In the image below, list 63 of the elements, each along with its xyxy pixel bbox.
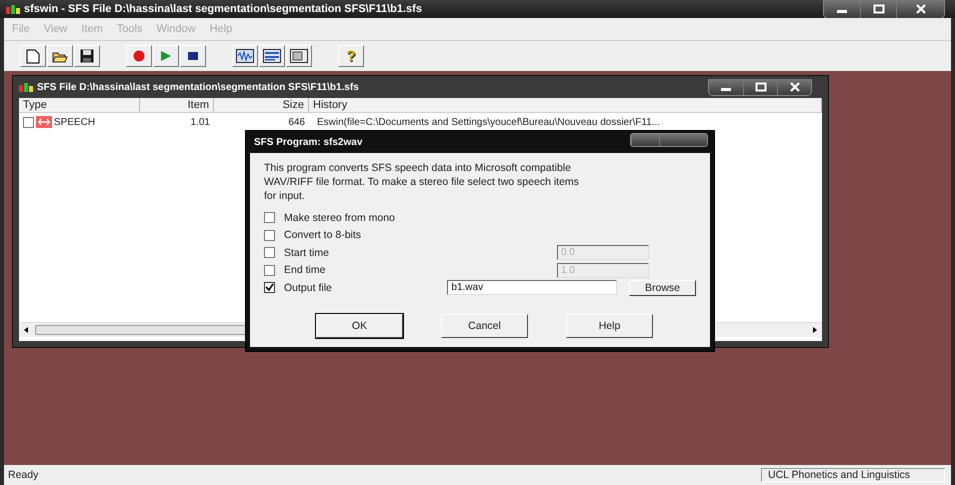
option-label: Output file	[284, 282, 333, 294]
page-icon	[26, 48, 40, 64]
column-header[interactable]: History	[309, 98, 822, 112]
column-header[interactable]: Size	[214, 98, 309, 112]
table-cell-text: 646	[287, 116, 306, 128]
checkbox[interactable]	[264, 264, 275, 276]
close-button[interactable]	[777, 78, 811, 94]
table-cell-text: 1.01	[190, 116, 211, 128]
save-button[interactable]	[74, 45, 100, 67]
checkbox[interactable]	[264, 212, 275, 224]
minimize-button[interactable]	[709, 78, 743, 94]
dialog-button[interactable]: OK	[316, 314, 403, 338]
new-button[interactable]	[20, 45, 46, 67]
title-bar-button[interactable]	[631, 134, 659, 146]
app-logo-icon	[19, 82, 33, 92]
panel-button[interactable]	[286, 45, 312, 67]
window-icon	[290, 49, 308, 63]
input-field[interactable]: b1.wav	[447, 280, 617, 296]
play-icon	[160, 50, 172, 62]
title-bar-button[interactable]	[659, 134, 707, 146]
play-button[interactable]	[153, 45, 179, 67]
status-text: Ready	[8, 469, 38, 481]
maximize-icon	[754, 82, 766, 92]
open-button[interactable]	[47, 45, 73, 67]
waveform-icon	[236, 49, 254, 63]
window-title: sfswin - SFS File D:\hassina\last segmentation\segmentation SFS\F11\b1.sfs	[24, 3, 422, 15]
list-button[interactable]	[259, 45, 285, 67]
window-title: SFS File D:\hassina\last segmentation\segmentation SFS\F11\b1.sfs	[37, 82, 359, 92]
dialog-button[interactable]: Help	[566, 314, 653, 338]
folder-icon	[52, 50, 68, 62]
column-header[interactable]: Type	[19, 98, 140, 112]
close-icon	[788, 82, 800, 92]
option-label: End time	[284, 264, 326, 276]
browse-button[interactable]: Browse	[629, 280, 696, 296]
maximize-button[interactable]	[860, 0, 896, 18]
table-cell: SPEECH	[54, 116, 96, 128]
maximize-button[interactable]	[743, 78, 777, 94]
close-icon	[914, 4, 926, 14]
table-cell-text: Eswin(file=C:\Documents and Settings\youcef\Bureau\Nouveau dossier\F11...	[316, 116, 662, 128]
close-button[interactable]	[896, 0, 944, 18]
option-label: Convert to 8-bits	[284, 229, 362, 242]
wave-button[interactable]	[232, 45, 258, 67]
record-button[interactable]	[126, 45, 152, 67]
checkbox[interactable]	[23, 116, 34, 128]
record-icon	[133, 50, 145, 62]
dialog-button[interactable]: Cancel	[441, 314, 528, 338]
stop-icon	[187, 50, 199, 62]
list-icon	[263, 49, 281, 63]
speech-icon	[36, 116, 52, 128]
option-label: Start time	[284, 246, 330, 259]
description-text: This program converts SFS speech data into Microsoft compatible WAV/RIFF file format. To make a stereo file select two speech items for input.	[264, 161, 580, 203]
option-label: Make stereo from mono	[284, 212, 396, 224]
column-header[interactable]: Item	[140, 98, 214, 112]
stop-button[interactable]	[180, 45, 206, 67]
minimize-button[interactable]	[824, 0, 860, 18]
app-logo-icon	[6, 4, 20, 14]
maximize-icon	[872, 4, 884, 14]
floppy-icon	[80, 49, 94, 63]
checkbox[interactable]	[264, 282, 275, 294]
checkbox[interactable]	[264, 247, 275, 258]
checkbox[interactable]	[264, 230, 275, 241]
status-panel: UCL Phonetics and Linguistics	[761, 468, 945, 482]
dialog-title: SFS Program: sfs2wav	[254, 136, 362, 148]
